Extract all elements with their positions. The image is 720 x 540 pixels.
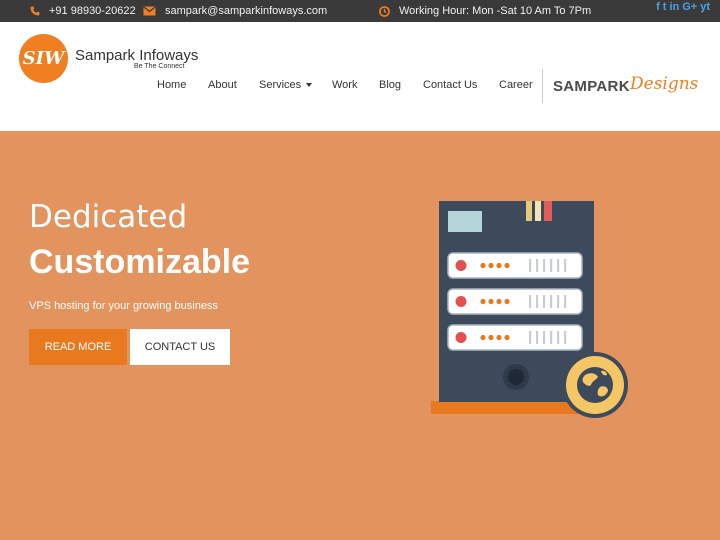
- linkedin-icon[interactable]: in: [669, 0, 679, 14]
- nav-divider: [542, 69, 543, 103]
- nav-about[interactable]: About: [208, 79, 237, 95]
- logo-mark: SIW: [22, 48, 65, 69]
- drive-slot: [447, 324, 583, 351]
- hero-subtitle: VPS hosting for your growing business: [29, 300, 218, 312]
- hero-title-line2: Customizable: [29, 243, 251, 281]
- brand-name[interactable]: Sampark Infoways: [75, 47, 198, 64]
- server-tab: [535, 201, 541, 221]
- contact-us-button[interactable]: CONTACT US: [130, 329, 230, 365]
- clock-icon: [379, 5, 390, 17]
- site-header: SIW Sampark Infoways Be The Connect Home…: [0, 22, 720, 131]
- topbar-hours: Working Hour: Mon -Sat 10 Am To 7Pm: [379, 0, 591, 22]
- read-more-button[interactable]: READ MORE: [29, 329, 127, 365]
- topbar-phone[interactable]: +91 98930-20622: [30, 0, 136, 22]
- working-hours: Working Hour: Mon -Sat 10 Am To 7Pm: [399, 5, 592, 17]
- topbar-email[interactable]: sampark@samparkinfoways.com: [143, 0, 327, 22]
- globe-icon: [562, 352, 628, 418]
- facebook-icon[interactable]: f: [656, 0, 660, 14]
- nav-work[interactable]: Work: [332, 79, 357, 95]
- server-tab: [526, 201, 532, 221]
- server-screen: [448, 211, 482, 232]
- server-knob-inner: [508, 369, 524, 385]
- hero-title-line1: Dedicated: [29, 199, 188, 235]
- server-illustration: [431, 201, 628, 418]
- hero-banner: Dedicated Customizable VPS hosting for y…: [0, 131, 720, 540]
- top-bar: +91 98930-20622 sampark@samparkinfoways.…: [0, 0, 720, 22]
- partner-logo-sampark[interactable]: SAMPARK: [553, 78, 630, 95]
- email-address: sampark@samparkinfoways.com: [165, 5, 328, 17]
- brand-tagline: Be The Connect: [134, 63, 185, 70]
- server-tab: [544, 201, 552, 221]
- twitter-icon[interactable]: t: [663, 0, 667, 14]
- envelope-icon: [143, 6, 156, 16]
- chevron-down-icon: [306, 83, 313, 88]
- google-plus-icon[interactable]: G+: [682, 0, 697, 14]
- nav-services[interactable]: Services: [259, 79, 313, 95]
- phone-icon: [30, 6, 40, 16]
- partner-logo-designs[interactable]: Designs: [630, 74, 698, 94]
- nav-career[interactable]: Career: [499, 79, 533, 95]
- nav-services-label: Services: [259, 79, 302, 91]
- nav-contact[interactable]: Contact Us: [423, 79, 477, 95]
- social-links: f t in G+ yt: [656, 0, 710, 14]
- drive-slot: [447, 252, 583, 279]
- nav-home[interactable]: Home: [157, 79, 186, 95]
- nav-blog[interactable]: Blog: [379, 79, 401, 95]
- phone-number: +91 98930-20622: [49, 5, 136, 17]
- server-base: [431, 401, 583, 414]
- drive-slot: [447, 288, 583, 315]
- logo[interactable]: SIW: [19, 34, 68, 83]
- youtube-icon[interactable]: yt: [700, 0, 710, 14]
